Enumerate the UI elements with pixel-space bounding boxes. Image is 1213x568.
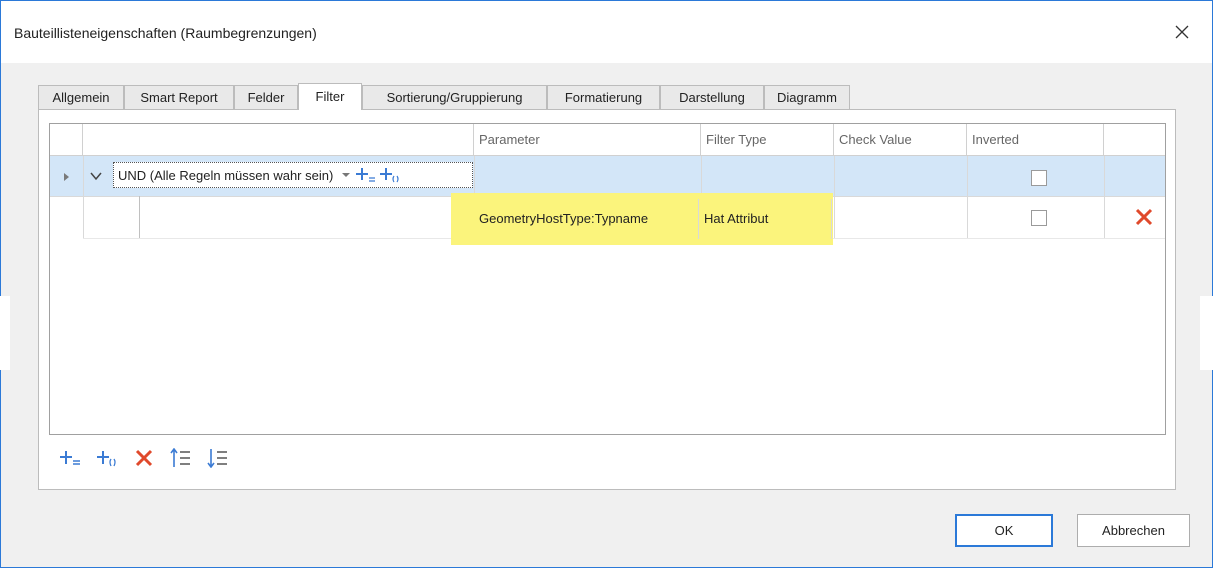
tab-diagramm[interactable]: Diagramm [764,85,850,109]
header-parameter[interactable]: Parameter [474,124,701,156]
dialog-window: Bauteillisteneigenschaften (Raumbegrenzu… [0,0,1213,568]
header-actions [1104,124,1165,156]
add-group-button[interactable] [93,445,120,471]
col-divider [831,199,832,239]
screenshot-cut-left [0,296,10,370]
tab-darstellung[interactable]: Darstellung [660,85,764,109]
delete-rule-icon[interactable] [1135,208,1153,226]
move-up-button[interactable] [167,445,194,471]
tab-smart-report[interactable]: Smart Report [124,85,234,109]
row-indicator-icon [64,173,69,181]
collapse-chevron-icon[interactable] [90,172,102,181]
tab-felder[interactable]: Felder [234,85,298,109]
col-divider [698,199,699,239]
header-filter-type[interactable]: Filter Type [701,124,834,156]
move-up-icon [169,448,190,467]
dropdown-arrow-icon [342,173,351,177]
rule-filter-type-value[interactable]: Hat Attribut [704,211,768,226]
tab-formatierung[interactable]: Formatierung [547,85,660,109]
col-divider [83,156,84,238]
col-divider [967,156,968,238]
delete-button[interactable] [130,445,157,471]
rule-parameter-value[interactable]: GeometryHostType:Typname [479,211,648,226]
header-check-value[interactable]: Check Value [834,124,967,156]
screenshot-cut-right [1200,296,1213,370]
close-icon [1175,25,1189,39]
add-condition-button[interactable] [56,445,83,471]
tree-indent-line [139,196,140,238]
move-down-button[interactable] [204,445,231,471]
add-condition-icon [59,451,80,465]
tab-allgemein[interactable]: Allgemein [38,85,124,109]
filter-panel: Parameter Filter Type Check Value Invert… [38,109,1176,490]
rule-inverted-checkbox[interactable] [1031,210,1047,226]
ok-button[interactable]: OK [955,514,1053,547]
add-condition-icon[interactable] [356,167,376,183]
dialog-title: Bauteillisteneigenschaften (Raumbegrenzu… [14,25,317,41]
header-inverted[interactable]: Inverted [967,124,1104,156]
dialog-body: Allgemein Smart Report Felder Filter Sor… [1,63,1212,567]
filter-toolbar [56,445,241,471]
delete-icon [135,449,152,467]
cancel-button[interactable]: Abbrechen [1077,514,1190,547]
tab-filter[interactable]: Filter [298,83,362,110]
move-down-icon [206,449,227,468]
close-button[interactable] [1165,15,1199,49]
col-divider [834,156,835,238]
add-group-icon[interactable] [380,167,400,183]
col-divider [1104,156,1105,238]
group-operator-dropdown[interactable]: UND (Alle Regeln müssen wahr sein) [113,162,473,188]
tab-sortierung-gruppierung[interactable]: Sortierung/Gruppierung [362,85,547,109]
add-group-icon [96,451,116,467]
header-tree [83,124,474,156]
group-inverted-checkbox[interactable] [1031,170,1047,186]
filter-grid: Parameter Filter Type Check Value Invert… [49,123,1166,435]
group-operator-label: UND (Alle Regeln müssen wahr sein) [118,167,334,183]
header-indicator [50,124,83,156]
